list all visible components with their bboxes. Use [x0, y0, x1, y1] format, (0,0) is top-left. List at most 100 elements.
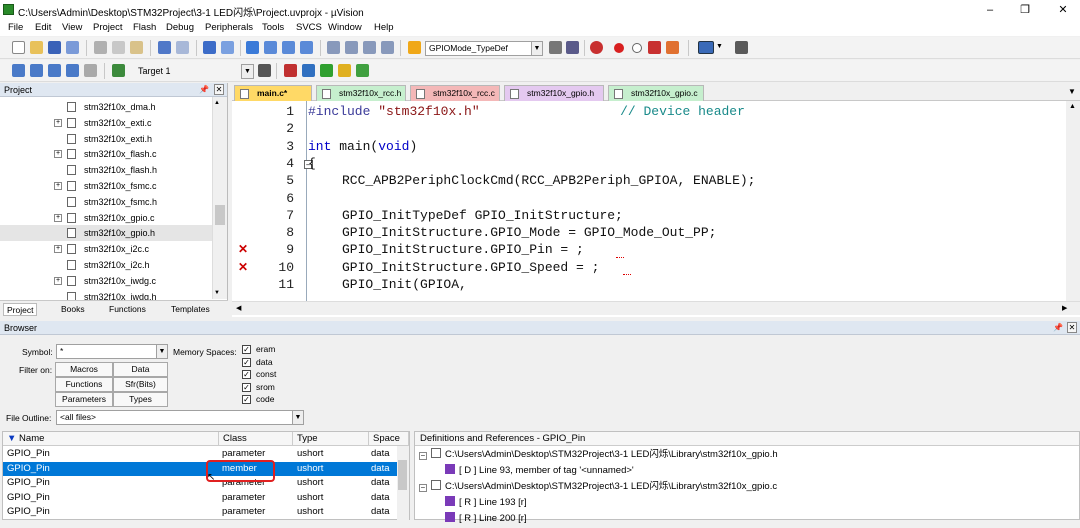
find-combo[interactable]: GPIOMode_TypeDef ▼ [425, 41, 543, 56]
tree-file-item[interactable]: + stm32f10x_exti.c [0, 115, 212, 131]
chevron-down-icon[interactable]: ▼ [242, 65, 253, 78]
batch-build-icon[interactable] [66, 64, 79, 77]
copy-icon[interactable] [112, 41, 125, 54]
stop-build-icon[interactable] [84, 64, 97, 77]
menu-edit[interactable]: Edit [35, 22, 51, 33]
scroll-thumb[interactable] [215, 205, 225, 225]
scroll-left-icon[interactable]: ◀ [236, 304, 241, 312]
memspace-checkbox[interactable]: ✓ [242, 345, 251, 354]
reference-item[interactable]: [ R ] Line 200 [r] [445, 512, 527, 528]
tab-books[interactable]: Books [58, 303, 88, 316]
minimize-button[interactable]: – [975, 0, 1005, 20]
clear-bookmarks-icon[interactable] [300, 41, 313, 54]
menu-tools[interactable]: Tools [262, 22, 284, 33]
new-file-icon[interactable] [12, 41, 25, 54]
close-icon[interactable]: ✕ [214, 84, 224, 95]
table-row[interactable]: GPIO_Pin parameter ushort data [3, 476, 397, 491]
unindent-icon[interactable] [345, 41, 358, 54]
collapse-icon[interactable]: – [419, 484, 427, 492]
find-icon[interactable] [549, 41, 562, 54]
scroll-down-icon[interactable]: ▼ [214, 290, 220, 296]
tree-file-item[interactable]: + stm32f10x_flash.c [0, 146, 212, 162]
menu-project[interactable]: Project [93, 22, 123, 33]
menu-view[interactable]: View [62, 22, 82, 33]
build-icon[interactable] [30, 64, 43, 77]
code-line-4[interactable]: { [308, 155, 316, 172]
code-line-10[interactable]: GPIO_InitStructure.GPIO_Speed = ; [342, 259, 599, 276]
editor-tab[interactable]: main.c* [234, 85, 312, 101]
chevron-down-icon[interactable]: ▼ [156, 345, 167, 358]
tree-file-item[interactable]: stm32f10x_exti.h [0, 131, 212, 147]
next-bookmark-icon[interactable] [282, 41, 295, 54]
scroll-up-icon[interactable]: ▲ [1069, 103, 1076, 110]
menu-window[interactable]: Window [328, 22, 362, 33]
open-folder-icon[interactable] [30, 41, 43, 54]
memspace-checkbox[interactable]: ✓ [242, 370, 251, 380]
bookmark-icon[interactable] [246, 41, 259, 54]
menu-debug[interactable]: Debug [166, 22, 194, 33]
col-name-header[interactable]: ▼ Name [3, 432, 219, 446]
run-time-env-icon[interactable] [302, 64, 315, 77]
tree-file-item[interactable]: + stm32f10x_iwdg.c [0, 273, 212, 289]
file-node[interactable]: – C:\Users\Admin\Desktop\STM32Project\3-1… [419, 480, 777, 496]
filter-macros-button[interactable]: Macros [55, 362, 113, 377]
menu-svcs[interactable]: SVCS [296, 22, 322, 33]
rebuild-icon[interactable] [48, 64, 61, 77]
configure-icon[interactable] [735, 41, 748, 54]
scroll-thumb[interactable] [398, 460, 407, 490]
manage-rte-icon[interactable] [356, 64, 369, 77]
start-debug-icon[interactable] [590, 41, 603, 54]
collapse-icon[interactable]: – [419, 452, 427, 460]
pin-icon[interactable]: 📌 [1053, 321, 1063, 335]
filter-data-button[interactable]: Data [113, 362, 168, 377]
tree-file-item[interactable]: stm32f10x_i2c.h [0, 257, 212, 273]
menu-peripherals[interactable]: Peripherals [205, 22, 253, 33]
scroll-right-icon[interactable]: ▶ [1062, 304, 1067, 312]
memspace-checkbox[interactable]: ✓ [242, 395, 251, 405]
filter-parameters-button[interactable]: Parameters [55, 392, 113, 407]
translate-icon[interactable] [12, 64, 25, 77]
tab-project[interactable]: Project [3, 303, 38, 316]
select-packs-icon[interactable] [320, 64, 333, 77]
code-line-3[interactable]: int main(void) [308, 138, 417, 155]
kill-breakpoints-icon[interactable] [666, 41, 679, 54]
reference-item[interactable]: [ R ] Line 193 [r] [445, 496, 527, 512]
col-class-header[interactable]: Class [219, 432, 293, 446]
prev-bookmark-icon[interactable] [264, 41, 277, 54]
code-line-11[interactable]: GPIO_Init(GPIOA, [342, 276, 467, 293]
maximize-button[interactable]: ❐ [1010, 0, 1040, 20]
chevron-down-icon[interactable]: ▼ [716, 43, 723, 50]
nav-back-icon[interactable] [203, 41, 216, 54]
expand-icon[interactable]: + [54, 118, 62, 127]
uncomment-icon[interactable] [381, 41, 394, 54]
expand-icon[interactable]: + [54, 245, 62, 254]
tab-list-dropdown-icon[interactable]: ▼ [1068, 87, 1076, 96]
table-row[interactable]: GPIO_Pin parameter ushort data [3, 491, 397, 506]
filter-functions-button[interactable]: Functions [55, 377, 113, 392]
col-space-header[interactable]: Space [369, 432, 409, 446]
breakpoint-icon[interactable] [614, 43, 624, 53]
chevron-down-icon[interactable]: ▼ [292, 411, 303, 424]
editor-vscrollbar[interactable]: ▲ [1066, 101, 1080, 301]
download-icon[interactable] [112, 64, 125, 77]
col-type-header[interactable]: Type [293, 432, 369, 446]
file-node[interactable]: – C:\Users\Admin\Desktop\STM32Project\3-1… [419, 448, 778, 464]
table-row[interactable]: GPIO_Pin member ushort data [3, 461, 397, 476]
menu-help[interactable]: Help [374, 22, 394, 33]
comment-icon[interactable] [363, 41, 376, 54]
code-line-1[interactable]: #include "stm32f10x.h" // Device header [308, 103, 745, 120]
redo-icon[interactable] [176, 41, 189, 54]
editor-tab[interactable]: stm32f10x_gpio.c [608, 85, 704, 101]
expand-icon[interactable]: + [54, 213, 62, 222]
close-icon[interactable]: ✕ [1067, 322, 1077, 333]
memspace-checkbox[interactable]: ✓ [242, 357, 251, 367]
window-layout-icon[interactable] [698, 41, 714, 54]
memspace-checkbox[interactable]: ✓ [242, 382, 251, 392]
paste-icon[interactable] [130, 41, 143, 54]
disable-breakpoint-icon[interactable] [632, 43, 642, 53]
error-marker-icon[interactable]: ✕ [238, 259, 248, 276]
expand-icon[interactable]: + [54, 182, 62, 190]
undo-icon[interactable] [158, 41, 171, 54]
manage-project-items-icon[interactable] [284, 64, 297, 77]
menu-flash[interactable]: Flash [133, 22, 156, 33]
